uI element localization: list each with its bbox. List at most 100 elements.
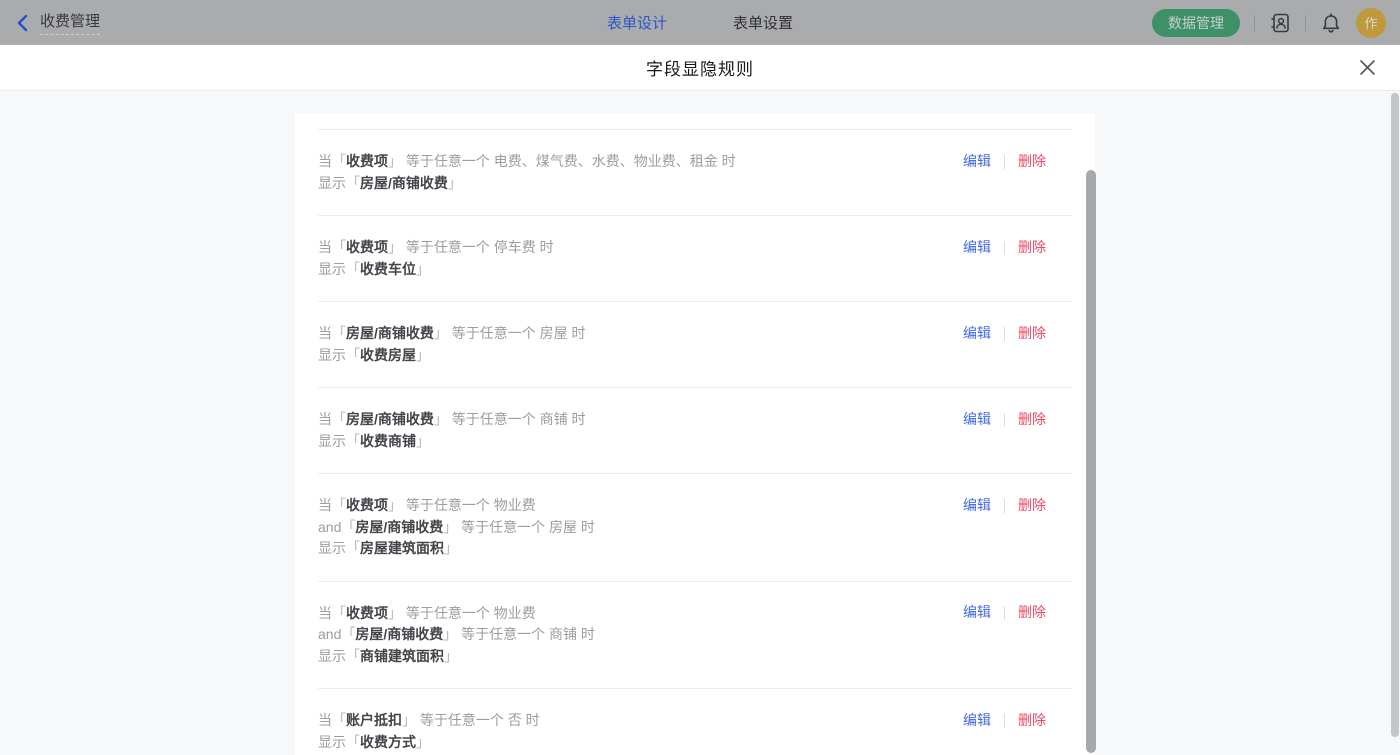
topbar-divider bbox=[1254, 15, 1255, 31]
condition-expression: 等于任意一个 物业费 bbox=[402, 605, 536, 621]
edit-button[interactable]: 编辑 bbox=[963, 237, 991, 259]
bracket-close: 」 bbox=[444, 648, 458, 664]
result-prefix: 显示 bbox=[318, 734, 346, 750]
actions-divider bbox=[1004, 241, 1005, 255]
bell-icon[interactable] bbox=[1320, 12, 1342, 34]
edit-button[interactable]: 编辑 bbox=[963, 323, 991, 345]
bracket-open: 「 bbox=[346, 347, 360, 363]
condition-expression: 等于任意一个 停车费 时 bbox=[402, 239, 554, 255]
rule-row: 当「收费项」 等于任意一个 物业费and「房屋/商铺收费」 等于任意一个 房屋 … bbox=[318, 474, 1072, 582]
tab-form-settings[interactable]: 表单设置 bbox=[733, 12, 793, 33]
result-field: 商铺建筑面积 bbox=[360, 648, 444, 664]
contacts-icon[interactable] bbox=[1269, 12, 1291, 34]
modal-header: 字段显隐规则 bbox=[0, 45, 1400, 91]
edit-button[interactable]: 编辑 bbox=[963, 495, 991, 517]
bracket-close: 」 bbox=[388, 605, 402, 621]
rule-actions: 编辑 删除 bbox=[963, 710, 1046, 731]
bracket-close: 」 bbox=[416, 734, 430, 750]
delete-button[interactable]: 删除 bbox=[1018, 710, 1046, 732]
rule-condition: 当「账户抵扣」 等于任意一个 否 时 bbox=[318, 710, 1072, 732]
close-icon[interactable] bbox=[1359, 59, 1376, 76]
delete-button[interactable]: 删除 bbox=[1018, 495, 1046, 517]
rule-result: 显示「收费车位」 bbox=[318, 259, 1072, 281]
rule-result: 显示「收费商铺」 bbox=[318, 431, 1072, 453]
rule-row: 当「收费项」 等于任意一个 电费、煤气费、水费、物业费、租金 时显示「房屋/商铺… bbox=[318, 130, 1072, 216]
bracket-close: 」 bbox=[416, 433, 430, 449]
modal-title: 字段显隐规则 bbox=[646, 55, 754, 80]
rule-row: 当「账户抵扣」 等于任意一个 否 时显示「收费方式」编辑 删除 bbox=[318, 689, 1072, 755]
rules-list: 当「收费项」 等于任意一个 电费、煤气费、水费、物业费、租金 时显示「房屋/商铺… bbox=[318, 130, 1072, 755]
result-prefix: 显示 bbox=[318, 175, 346, 191]
rule-row: 当「房屋/商铺收费」 等于任意一个 房屋 时显示「收费房屋」编辑 删除 bbox=[318, 302, 1072, 388]
condition-field: 房屋/商铺收费 bbox=[346, 411, 434, 427]
delete-button[interactable]: 删除 bbox=[1018, 323, 1046, 345]
data-manage-button[interactable]: 数据管理 bbox=[1152, 9, 1240, 37]
delete-button[interactable]: 删除 bbox=[1018, 602, 1046, 624]
rule-actions: 编辑 删除 bbox=[963, 151, 1046, 172]
rule-result: 显示「收费房屋」 bbox=[318, 345, 1072, 367]
rule-condition: and「房屋/商铺收费」 等于任意一个 房屋 时 bbox=[318, 517, 1072, 539]
bracket-open: 「 bbox=[346, 261, 360, 277]
actions-divider bbox=[1004, 606, 1005, 620]
rule-actions: 编辑 删除 bbox=[963, 495, 1046, 516]
condition-prefix: 当 bbox=[318, 497, 332, 513]
bracket-open: 「 bbox=[341, 519, 355, 535]
bracket-open: 「 bbox=[332, 325, 346, 341]
rule-row: 当「收费项」 等于任意一个 停车费 时显示「收费车位」编辑删除 bbox=[318, 216, 1072, 302]
condition-expression: 等于任意一个 商铺 时 bbox=[448, 411, 586, 427]
topbar: 收费管理 表单设计 表单设置 数据管理 作 bbox=[0, 0, 1400, 45]
actions-divider bbox=[1004, 327, 1005, 341]
rule-result: 显示「收费方式」 bbox=[318, 732, 1072, 754]
condition-expression: 等于任意一个 电费、煤气费、水费、物业费、租金 时 bbox=[402, 153, 736, 169]
bracket-open: 「 bbox=[332, 411, 346, 427]
topbar-divider bbox=[1305, 15, 1306, 31]
result-field: 收费房屋 bbox=[360, 347, 416, 363]
edit-button[interactable]: 编辑 bbox=[963, 151, 991, 173]
bracket-open: 「 bbox=[332, 712, 346, 728]
delete-button[interactable]: 删除 bbox=[1018, 237, 1046, 259]
condition-expression: 等于任意一个 商铺 时 bbox=[457, 626, 595, 642]
condition-expression: 等于任意一个 房屋 时 bbox=[448, 325, 586, 341]
rule-result: 显示「商铺建筑面积」 bbox=[318, 646, 1072, 668]
result-prefix: 显示 bbox=[318, 540, 346, 556]
edit-button[interactable]: 编辑 bbox=[963, 409, 991, 431]
bracket-close: 」 bbox=[434, 411, 448, 427]
rule-row: 当「收费项」 等于任意一个 物业费and「房屋/商铺收费」 等于任意一个 商铺 … bbox=[318, 582, 1072, 690]
bracket-close: 」 bbox=[388, 239, 402, 255]
delete-button[interactable]: 删除 bbox=[1018, 409, 1046, 431]
bracket-open: 「 bbox=[346, 734, 360, 750]
bracket-open: 「 bbox=[346, 540, 360, 556]
result-prefix: 显示 bbox=[318, 261, 346, 277]
panel-scrollbar[interactable] bbox=[1086, 170, 1096, 753]
bracket-close: 」 bbox=[416, 347, 430, 363]
condition-field: 房屋/商铺收费 bbox=[355, 626, 443, 642]
condition-field: 收费项 bbox=[346, 497, 388, 513]
tab-form-design[interactable]: 表单设计 bbox=[607, 12, 667, 33]
rule-condition: and「房屋/商铺收费」 等于任意一个 商铺 时 bbox=[318, 624, 1072, 646]
bracket-close: 」 bbox=[434, 325, 448, 341]
edit-button[interactable]: 编辑 bbox=[963, 710, 991, 732]
avatar[interactable]: 作 bbox=[1356, 8, 1386, 38]
rules-panel: 当「收费项」 等于任意一个 电费、煤气费、水费、物业费、租金 时显示「房屋/商铺… bbox=[295, 113, 1095, 755]
result-field: 收费商铺 bbox=[360, 433, 416, 449]
bracket-close: 」 bbox=[388, 497, 402, 513]
rule-condition: 当「房屋/商铺收费」 等于任意一个 房屋 时 bbox=[318, 323, 1072, 345]
result-field: 房屋建筑面积 bbox=[360, 540, 444, 556]
bracket-close: 」 bbox=[444, 540, 458, 556]
condition-prefix: 当 bbox=[318, 239, 332, 255]
actions-divider bbox=[1004, 499, 1005, 513]
delete-button[interactable]: 删除 bbox=[1018, 151, 1046, 173]
condition-prefix: 当 bbox=[318, 153, 332, 169]
bracket-open: 「 bbox=[346, 175, 360, 191]
bracket-close: 」 bbox=[443, 519, 457, 535]
rule-condition: 当「房屋/商铺收费」 等于任意一个 商铺 时 bbox=[318, 409, 1072, 431]
condition-prefix: 当 bbox=[318, 712, 332, 728]
page-scrollbar[interactable] bbox=[1391, 93, 1399, 737]
result-field: 收费车位 bbox=[360, 261, 416, 277]
result-prefix: 显示 bbox=[318, 433, 346, 449]
bracket-open: 「 bbox=[341, 626, 355, 642]
edit-button[interactable]: 编辑 bbox=[963, 602, 991, 624]
topbar-right: 数据管理 作 bbox=[1152, 0, 1386, 45]
condition-field: 收费项 bbox=[346, 605, 388, 621]
bracket-close: 」 bbox=[416, 261, 430, 277]
